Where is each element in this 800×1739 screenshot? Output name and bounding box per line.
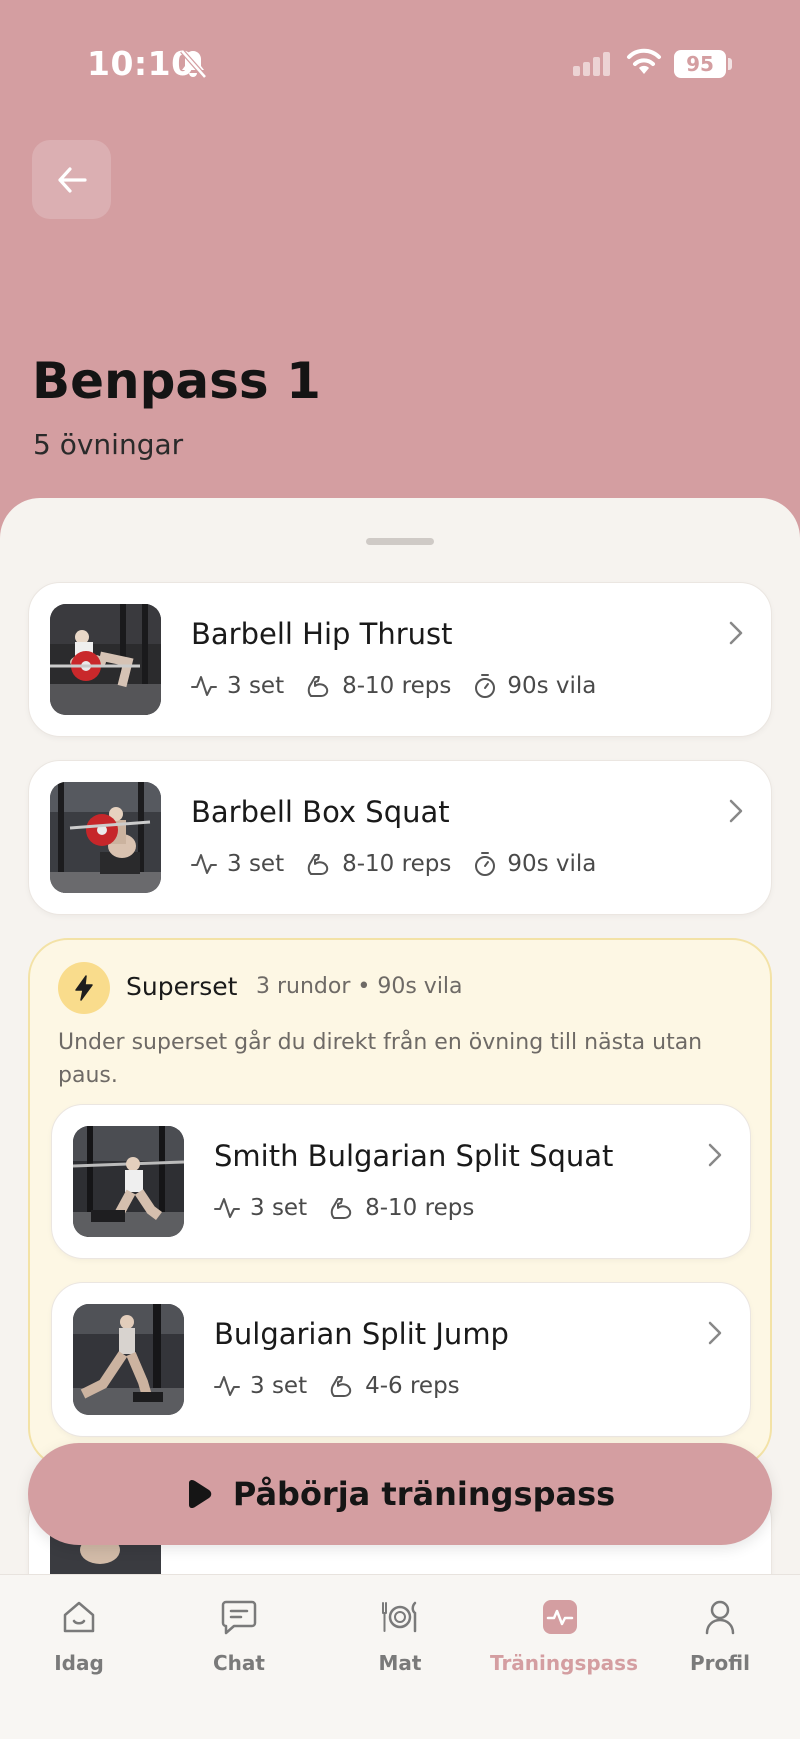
exercise-thumbnail (50, 782, 161, 893)
exercise-sheet[interactable]: Barbell Hip Thrust 3 set 8-10 reps 90s v… (0, 498, 800, 1739)
tab-chat[interactable]: Chat (169, 1595, 309, 1675)
exercise-thumbnail (50, 604, 161, 715)
exercise-name: Bulgarian Split Jump (214, 1317, 509, 1351)
lightning-icon (75, 975, 93, 1001)
tab-label: Profil (690, 1651, 750, 1675)
bolt-badge (58, 962, 110, 1014)
home-icon (63, 1601, 95, 1633)
reps-info: 8-10 reps (329, 1195, 474, 1221)
timer-icon (475, 674, 496, 698)
profile-icon (705, 1600, 735, 1635)
exercise-meta: 3 set 4-6 reps (214, 1373, 482, 1399)
exercise-name: Barbell Box Squat (191, 795, 450, 829)
food-icon (382, 1601, 417, 1633)
superset-exercise-card[interactable]: Bulgarian Split Jump 3 set 4-6 reps (51, 1282, 751, 1437)
reps-info: 8-10 reps (306, 851, 451, 877)
rest-text: 90s vila (507, 673, 597, 699)
reps-text: 4-6 reps (365, 1373, 460, 1399)
muscle-icon (307, 676, 329, 697)
tab-idag[interactable]: Idag (9, 1595, 149, 1675)
chevron-right-icon (708, 1321, 722, 1345)
superset-meta: 3 rundor • 90s vila (256, 974, 463, 999)
exercise-name: Smith Bulgarian Split Squat (214, 1139, 614, 1173)
superset-exercise-card[interactable]: Smith Bulgarian Split Squat 3 set 8-10 r… (51, 1104, 751, 1259)
activity-icon (543, 1600, 577, 1634)
rest-info: 90s vila (473, 851, 596, 877)
activity-icon (214, 1376, 240, 1396)
chevron-right-icon (729, 799, 743, 823)
bell-muted-icon (180, 49, 207, 79)
timer-icon (475, 852, 496, 876)
start-workout-button[interactable]: Påbörja träningspass (28, 1443, 772, 1545)
exercise-thumbnail (73, 1304, 184, 1415)
superset-group: Superset 3 rundor • 90s vila Under super… (28, 938, 772, 1468)
tab-label: Idag (54, 1651, 104, 1675)
reps-text: 8-10 reps (342, 851, 452, 877)
activity-icon (191, 854, 217, 874)
exercise-meta: 3 set 8-10 reps 90s vila (191, 673, 618, 699)
page-title: Benpass 1 (32, 352, 321, 410)
reps-text: 8-10 reps (342, 673, 452, 699)
tab-profil[interactable]: Profil (650, 1595, 790, 1675)
back-button[interactable] (32, 140, 111, 219)
arrow-left-icon (57, 166, 87, 193)
sets-info: 3 set (214, 1195, 307, 1221)
exercise-card[interactable]: Barbell Box Squat 3 set 8-10 reps 90s vi… (28, 760, 772, 915)
exercise-meta: 3 set 8-10 reps 90s vila (191, 851, 618, 877)
reps-info: 8-10 reps (306, 673, 451, 699)
chevron-right-icon (708, 1143, 722, 1167)
muscle-icon (330, 1376, 352, 1397)
rest-info: 90s vila (473, 673, 596, 699)
tab-label: Träningspass (490, 1651, 638, 1675)
muscle-icon (330, 1198, 352, 1219)
start-workout-label: Påbörja träningspass (232, 1475, 616, 1513)
exercise-count: 5 övningar (33, 428, 184, 461)
rest-text: 90s vila (507, 851, 597, 877)
sets-info: 3 set (191, 673, 284, 699)
tab-traningspass[interactable]: Träningspass (490, 1595, 638, 1675)
chat-icon (221, 1600, 257, 1635)
tab-label: Chat (213, 1651, 265, 1675)
battery-indicator: 95 (674, 50, 726, 78)
exercise-name: Barbell Hip Thrust (191, 617, 453, 651)
tab-label: Mat (378, 1651, 422, 1675)
muscle-icon (307, 854, 329, 875)
sets-text: 3 set (227, 851, 285, 877)
exercise-thumbnail (73, 1126, 184, 1237)
play-icon (188, 1479, 212, 1509)
battery-nub (728, 58, 732, 70)
tab-bar: Idag Chat Mat Träningspass Profil (0, 1574, 800, 1739)
exercise-meta: 3 set 8-10 reps (214, 1195, 496, 1221)
superset-description: Under superset går du direkt från en övn… (58, 1030, 703, 1088)
sheet-handle[interactable] (366, 538, 434, 545)
sets-text: 3 set (250, 1373, 308, 1399)
chevron-right-icon (729, 621, 743, 645)
tab-mat[interactable]: Mat (330, 1595, 470, 1675)
superset-title: Superset (126, 972, 238, 1001)
status-bar: 10:10 95 (0, 0, 800, 130)
sets-info: 3 set (214, 1373, 307, 1399)
wifi-icon (627, 48, 661, 74)
reps-info: 4-6 reps (329, 1373, 460, 1399)
activity-icon (191, 676, 217, 696)
cellular-signal-icon (573, 52, 610, 76)
activity-icon (214, 1198, 240, 1218)
reps-text: 8-10 reps (365, 1195, 475, 1221)
sets-text: 3 set (227, 673, 285, 699)
sets-info: 3 set (191, 851, 284, 877)
sets-text: 3 set (250, 1195, 308, 1221)
exercise-card[interactable]: Barbell Hip Thrust 3 set 8-10 reps 90s v… (28, 582, 772, 737)
